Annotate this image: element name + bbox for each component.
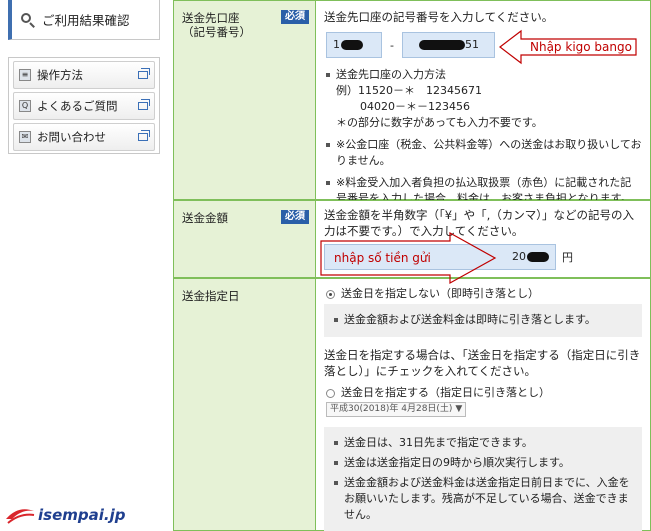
annotation-amount-text: nhập số tiền gửi — [334, 251, 431, 265]
annotation-kigo-text: Nhập kigo bango — [530, 40, 632, 54]
annotation-layer — [320, 29, 637, 285]
logo-text: isempai.jp — [38, 506, 126, 524]
site-logo: isempai.jp — [4, 501, 132, 529]
logo-mark-icon — [6, 509, 35, 524]
